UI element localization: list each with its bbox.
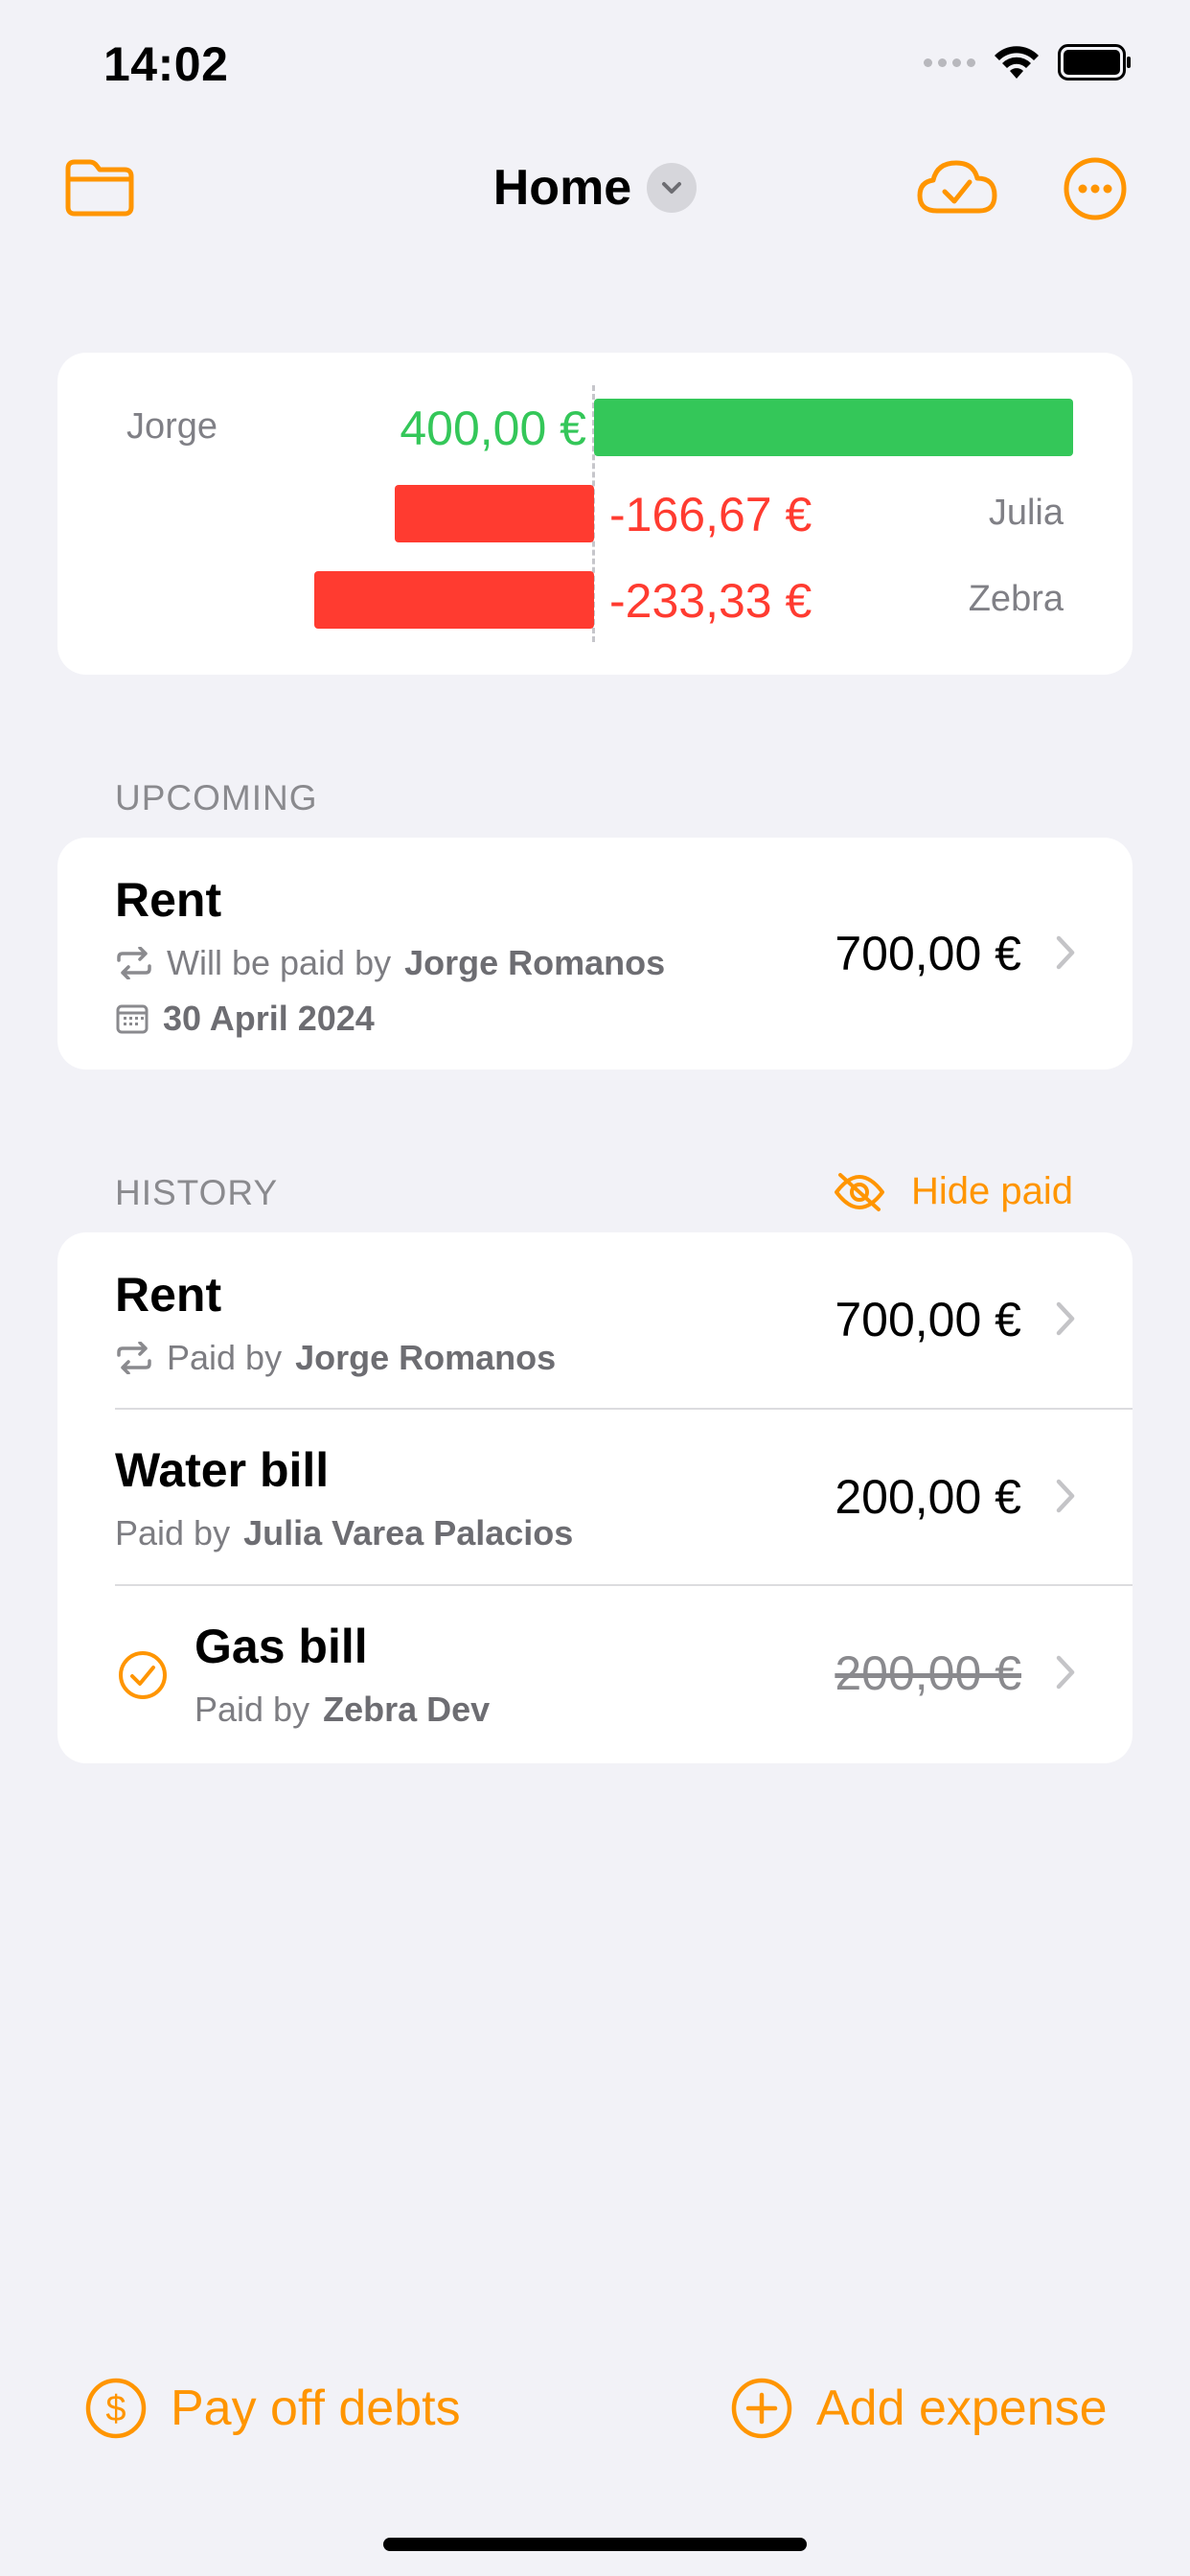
hide-paid-label: Hide paid (910, 1170, 1073, 1212)
expense-payer: Paid by Julia Varea Palacios (115, 1513, 573, 1553)
status-icons (924, 44, 1133, 80)
balance-row: Julia -166,67 € (57, 485, 1133, 542)
expense-payer: Paid by Jorge Romanos (115, 1338, 556, 1378)
expense-date: 30 April 2024 (115, 999, 375, 1039)
balance-bar (314, 571, 594, 629)
balance-bar (594, 399, 1073, 456)
expense-title: Rent (115, 1268, 222, 1322)
payer-name: Jorge Romanos (404, 943, 666, 982)
history-item[interactable]: Gas bill Paid by Zebra Dev 200,00 € (57, 1586, 1133, 1763)
history-item[interactable]: Water bill Paid by Julia Varea Palacios … (57, 1410, 1133, 1586)
repeat-icon (117, 947, 151, 979)
history-header: HISTORY (115, 1173, 279, 1212)
balance-bar (394, 485, 594, 542)
page-title: Home (492, 160, 632, 216)
hide-paid-button[interactable]: Hide paid (833, 1170, 1073, 1213)
payer-prefix: Paid by (195, 1690, 310, 1729)
payer-name: Julia Varea Palacios (243, 1513, 574, 1552)
add-expense-button[interactable]: Add expense (730, 2377, 1108, 2440)
upcoming-card: Rent Will be paid by Jorge Romanos 30 Ap… (57, 838, 1133, 1070)
pay-off-debts-button[interactable]: $ Pay off debts (84, 2377, 461, 2440)
upcoming-item[interactable]: Rent Will be paid by Jorge Romanos 30 Ap… (57, 838, 1133, 1070)
calendar-icon (116, 1004, 149, 1034)
expense-amount: 700,00 € (835, 927, 1021, 980)
more-button[interactable] (1064, 157, 1127, 220)
expense-amount: 200,00 € (835, 1646, 1021, 1700)
chevron-right-icon (1056, 1655, 1075, 1690)
plus-circle-icon (731, 2378, 792, 2439)
balance-row: Zebra -233,33 € (57, 571, 1133, 629)
history-item[interactable]: Rent Paid by Jorge Romanos 700,00 € (57, 1232, 1133, 1410)
expense-amount: 700,00 € (835, 1293, 1021, 1346)
battery-icon (1058, 44, 1131, 80)
balance-name: Julia (988, 493, 1064, 533)
svg-text:$: $ (105, 2389, 126, 2429)
chevron-right-icon (1056, 1479, 1075, 1513)
history-card: Rent Paid by Jorge Romanos 700,00 € Wate… (57, 1232, 1133, 1763)
home-indicator[interactable] (383, 2538, 807, 2551)
balance-row: Jorge 400,00 € (57, 399, 1133, 456)
chevron-down-icon (647, 163, 698, 213)
balance-card[interactable]: Jorge 400,00 € Julia -166,67 € Zebra -23… (57, 353, 1133, 675)
checkmark-circle-icon (119, 1651, 167, 1699)
expense-amount: 200,00 € (835, 1470, 1021, 1524)
balance-amount: -166,67 € (609, 488, 812, 541)
expense-title: Gas bill (195, 1620, 368, 1673)
wifi-icon (995, 46, 1039, 79)
expense-payer: Will be paid by Jorge Romanos (115, 943, 665, 983)
cellular-signal-icon (924, 58, 975, 67)
repeat-icon (117, 1342, 151, 1374)
title-menu[interactable]: Home (0, 157, 1190, 218)
balance-amount: -233,33 € (609, 574, 812, 628)
pay-off-label: Pay off debts (171, 2380, 461, 2436)
payer-prefix: Paid by (167, 1338, 283, 1377)
expense-title: Water bill (115, 1443, 330, 1497)
payer-prefix: Will be paid by (167, 943, 392, 982)
payer-prefix: Paid by (115, 1513, 231, 1552)
upcoming-header: UPCOMING (115, 778, 318, 817)
expense-title: Rent (115, 873, 222, 927)
more-icon (1064, 157, 1127, 220)
chevron-right-icon (1056, 1301, 1075, 1336)
status-time: 14:02 (103, 37, 229, 91)
chevron-right-icon (1056, 935, 1075, 970)
expense-payer: Paid by Zebra Dev (195, 1690, 490, 1730)
payer-name: Jorge Romanos (295, 1338, 557, 1377)
payer-name: Zebra Dev (323, 1690, 491, 1729)
balance-name: Zebra (968, 579, 1064, 619)
dollar-circle-icon: $ (85, 2378, 147, 2439)
add-expense-label: Add expense (816, 2380, 1108, 2436)
date-value: 30 April 2024 (163, 999, 375, 1038)
cloud-check-icon (917, 160, 997, 214)
eye-slash-icon (834, 1172, 884, 1211)
sync-button[interactable] (916, 157, 998, 218)
balance-amount: 400,00 € (400, 402, 586, 455)
balance-name: Jorge (126, 406, 218, 447)
